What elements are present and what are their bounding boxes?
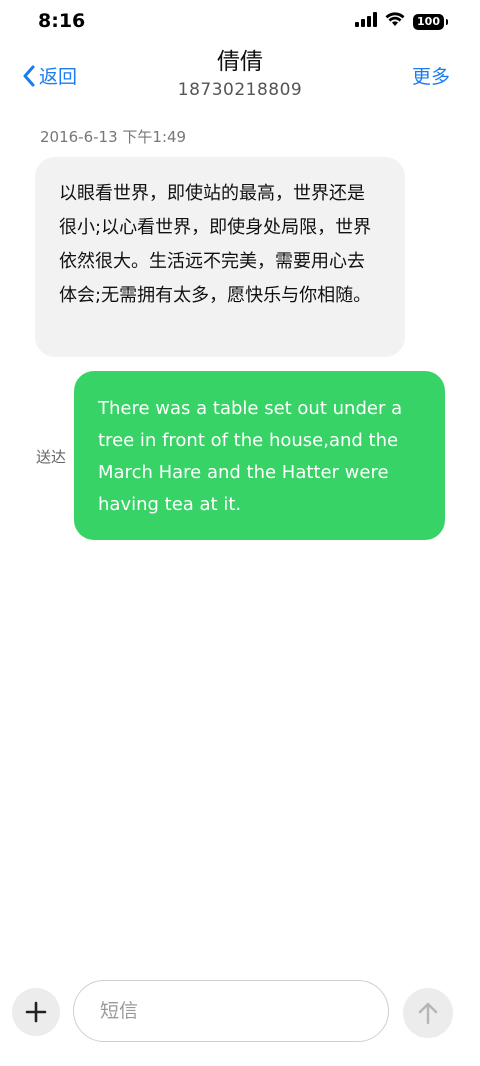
delivery-status: 送达 bbox=[36, 448, 67, 466]
status-time: 8:16 bbox=[38, 10, 86, 32]
message-input[interactable] bbox=[73, 980, 389, 1042]
add-attachment-button[interactable] bbox=[12, 988, 60, 1036]
chevron-left-icon bbox=[23, 65, 35, 86]
conversation-header: 返回 倩倩 18730218809 更多 bbox=[0, 44, 480, 114]
outgoing-message-bubble[interactable]: There was a table set out under a tree i… bbox=[74, 371, 445, 540]
message-composer bbox=[0, 980, 480, 1046]
signal-icon bbox=[355, 12, 378, 31]
back-label: 返回 bbox=[39, 66, 78, 88]
status-bar: 8:16 100 bbox=[0, 0, 480, 44]
wifi-icon bbox=[385, 12, 405, 31]
incoming-message-bubble[interactable]: 以眼看世界，即使站的最高，世界还是很小;以心看世界，即使身处局限，世界依然很大。… bbox=[35, 157, 405, 357]
plus-icon bbox=[25, 1001, 47, 1023]
status-icons: 100 bbox=[355, 12, 448, 31]
arrow-up-icon bbox=[418, 1002, 438, 1025]
message-timestamp: 2016-6-13 下午1:49 bbox=[40, 128, 187, 146]
back-button[interactable]: 返回 bbox=[22, 62, 77, 89]
more-button[interactable]: 更多 bbox=[412, 62, 450, 89]
messages-screen: 8:16 100 返回 倩倩 18730218809 更多 2016-6-13 … bbox=[0, 0, 480, 1066]
send-button[interactable] bbox=[403, 988, 453, 1038]
battery-icon: 100 bbox=[413, 13, 448, 30]
